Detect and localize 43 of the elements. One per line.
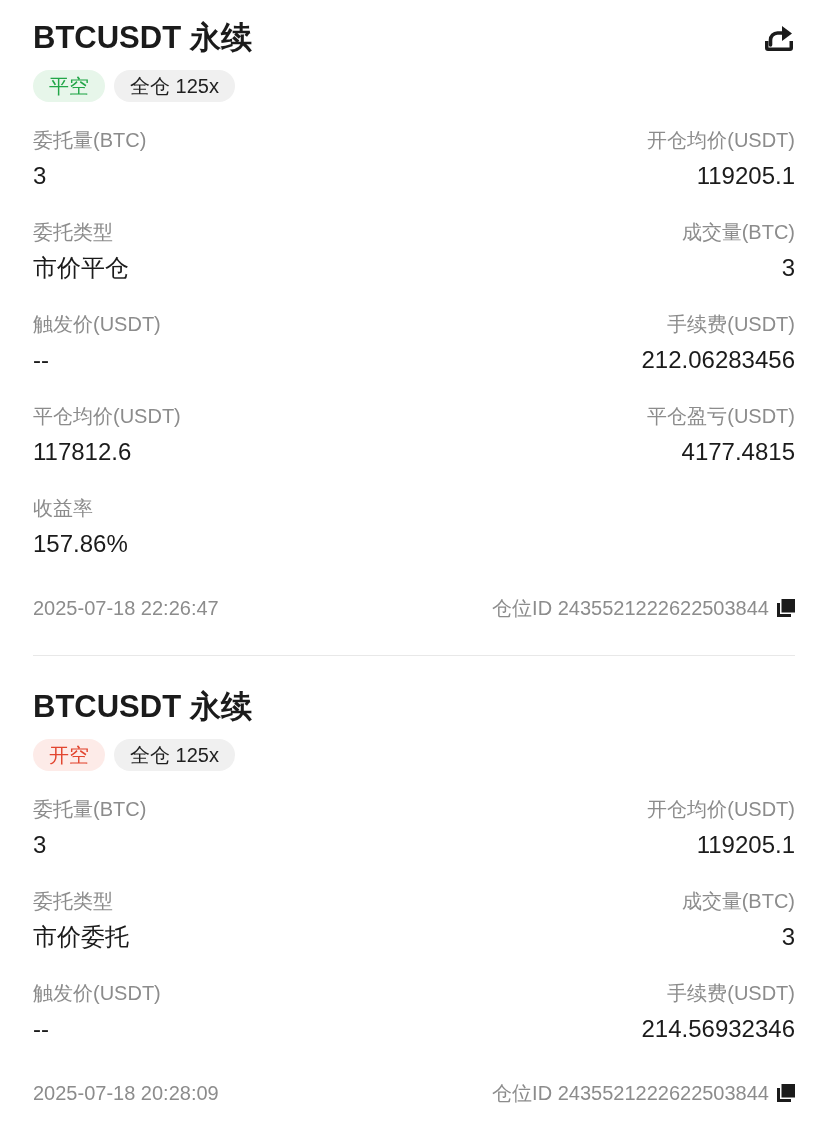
order-time: 2025-07-18 20:28:09 xyxy=(33,1081,219,1106)
field-label: 成交量(BTC) xyxy=(681,220,795,245)
field-value: 市价平仓 xyxy=(33,253,129,283)
field-label: 开仓均价(USDT) xyxy=(647,128,795,153)
field-label: 委托量(BTC) xyxy=(33,128,147,153)
field-value: 212.06283456 xyxy=(641,345,795,375)
field-value: 157.86% xyxy=(33,529,128,559)
contract-title: BTCUSDT 永续 xyxy=(33,688,252,726)
field-label: 成交量(BTC) xyxy=(681,889,795,914)
field-label: 平仓盈亏(USDT) xyxy=(647,404,795,429)
copy-icon[interactable] xyxy=(777,599,795,617)
field-value: -- xyxy=(33,345,50,375)
position-id: 仓位ID 2435521222622503844 xyxy=(492,1081,769,1106)
copy-icon[interactable] xyxy=(777,1084,795,1102)
field-value: 3 xyxy=(33,161,48,191)
order-time: 2025-07-18 22:26:47 xyxy=(33,596,219,621)
field-label: 委托量(BTC) xyxy=(33,797,147,822)
field-value: 119205.1 xyxy=(696,830,795,860)
margin-mode-tag: 全仓 125x xyxy=(114,70,235,102)
side-tag: 平空 xyxy=(33,70,105,102)
share-icon[interactable] xyxy=(763,24,795,52)
field-value: 117812.6 xyxy=(33,437,133,467)
field-label: 触发价(USDT) xyxy=(33,312,161,337)
side-tag: 开空 xyxy=(33,739,105,771)
field-label: 委托类型 xyxy=(33,889,114,914)
field-value: 市价委托 xyxy=(33,922,129,952)
field-label: 触发价(USDT) xyxy=(33,981,161,1006)
field-label: 手续费(USDT) xyxy=(667,312,795,337)
field-value: 214.56932346 xyxy=(641,1014,795,1044)
field-label: 平仓均价(USDT) xyxy=(33,404,181,429)
field-value: 4177.4815 xyxy=(681,437,795,467)
field-value: 3 xyxy=(781,922,795,952)
field-value: -- xyxy=(33,1014,50,1044)
field-label: 手续费(USDT) xyxy=(667,981,795,1006)
field-label: 委托类型 xyxy=(33,220,114,245)
field-label: 开仓均价(USDT) xyxy=(647,797,795,822)
field-value: 119205.1 xyxy=(696,161,795,191)
position-id: 仓位ID 2435521222622503844 xyxy=(492,596,769,621)
field-value: 3 xyxy=(33,830,48,860)
margin-mode-tag: 全仓 125x xyxy=(114,739,235,771)
field-value: 3 xyxy=(781,253,795,283)
contract-title: BTCUSDT 永续 xyxy=(33,19,252,57)
field-label: 收益率 xyxy=(33,496,94,521)
